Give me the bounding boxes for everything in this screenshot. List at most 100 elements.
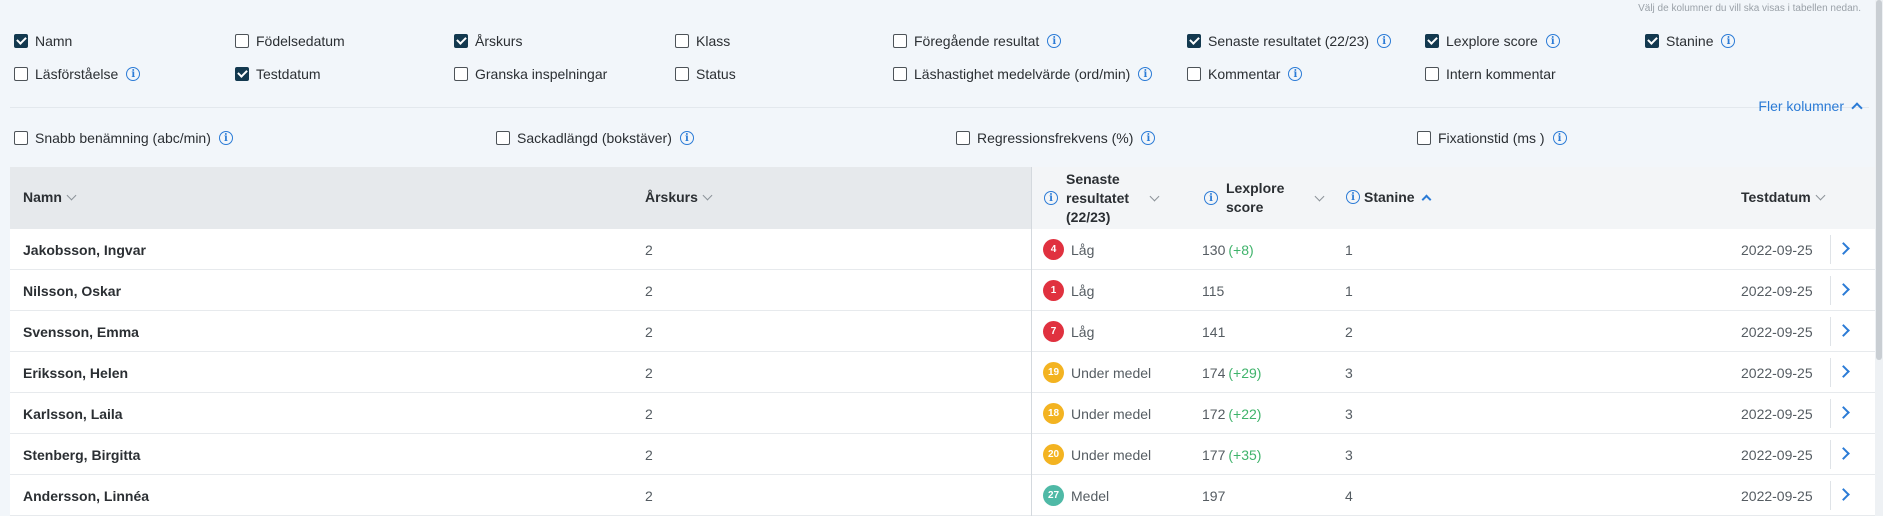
student-name: Svensson, Emma bbox=[23, 323, 139, 340]
info-icon[interactable]: i bbox=[1138, 67, 1153, 81]
table-row[interactable]: Andersson, Linnéa 2 27 Medel 197 4 2022-… bbox=[10, 475, 1875, 516]
header-stanine[interactable]: i Stanine bbox=[1346, 189, 1432, 205]
info-icon[interactable]: i bbox=[1047, 34, 1062, 48]
column-option-intern-kommentar[interactable]: Intern kommentar bbox=[1425, 65, 1556, 83]
column-option-stanine[interactable]: Stanine i bbox=[1645, 32, 1736, 50]
header-label: Årskurs bbox=[645, 189, 698, 205]
info-icon[interactable]: i bbox=[218, 131, 233, 145]
table-row[interactable]: Eriksson, Helen 2 19 Under medel 174 (+2… bbox=[10, 352, 1875, 393]
sort-ascending-icon bbox=[1421, 194, 1432, 204]
info-icon[interactable]: i bbox=[1552, 131, 1567, 145]
result-label: Under medel bbox=[1071, 405, 1152, 422]
checkbox[interactable] bbox=[956, 131, 970, 145]
chevron-right-icon[interactable] bbox=[1837, 283, 1850, 296]
checkbox[interactable] bbox=[675, 34, 689, 48]
header-latest-result[interactable]: i Senaste resultatet (22/23) bbox=[1044, 171, 1160, 225]
chevron-right-icon[interactable] bbox=[1837, 365, 1850, 378]
lexplore-score: 174 (+29) bbox=[1202, 352, 1261, 393]
lexplore-score: 172 (+22) bbox=[1202, 393, 1261, 434]
chevron-down-icon bbox=[702, 190, 713, 200]
checkbox[interactable] bbox=[675, 67, 689, 81]
option-label: Födelsedatum bbox=[256, 33, 345, 49]
latest-result: 19 Under medel bbox=[1043, 352, 1151, 393]
column-option-sackadlangd[interactable]: Sackadlängd (bokstäver) i bbox=[496, 129, 694, 147]
option-label: Läsförståelse bbox=[35, 66, 119, 82]
page-scrollbar[interactable] bbox=[1875, 0, 1883, 516]
checkbox[interactable] bbox=[14, 34, 28, 48]
checkbox[interactable] bbox=[1187, 67, 1201, 81]
table-row[interactable]: Karlsson, Laila 2 18 Under medel 172 (+2… bbox=[10, 393, 1875, 434]
checkbox[interactable] bbox=[14, 131, 28, 145]
info-icon[interactable]: i bbox=[126, 67, 141, 81]
column-option-klass[interactable]: Klass bbox=[675, 32, 730, 50]
checkbox[interactable] bbox=[1425, 67, 1439, 81]
table-row[interactable]: Svensson, Emma 2 7 Låg 141 2 2022-09-25 bbox=[10, 311, 1875, 352]
table-row[interactable]: Stenberg, Birgitta 2 20 Under medel 177 … bbox=[10, 434, 1875, 475]
stanine-value: 1 bbox=[1345, 241, 1353, 258]
column-option-status[interactable]: Status bbox=[675, 65, 736, 83]
checkbox[interactable] bbox=[496, 131, 510, 145]
chevron-right-icon[interactable] bbox=[1837, 242, 1850, 255]
header-grade[interactable]: Årskurs bbox=[645, 189, 713, 205]
test-date: 2022-09-25 bbox=[1741, 282, 1813, 299]
result-badge: 4 bbox=[1043, 239, 1064, 260]
chevron-right-icon[interactable] bbox=[1837, 406, 1850, 419]
info-icon[interactable]: i bbox=[1346, 190, 1360, 204]
table-row[interactable]: Nilsson, Oskar 2 1 Låg 115 1 2022-09-25 bbox=[10, 270, 1875, 311]
chevron-right-icon[interactable] bbox=[1837, 324, 1850, 337]
chevron-right-icon[interactable] bbox=[1837, 447, 1850, 460]
checkbox[interactable] bbox=[1417, 131, 1431, 145]
info-icon[interactable]: i bbox=[1141, 131, 1156, 145]
checkbox[interactable] bbox=[1187, 34, 1201, 48]
student-name: Andersson, Linnéa bbox=[23, 487, 150, 504]
column-option-lasforstaelse[interactable]: Läsförståelse i bbox=[14, 65, 141, 83]
column-option-testdatum[interactable]: Testdatum bbox=[235, 65, 321, 83]
column-option-arskurs[interactable]: Årskurs bbox=[454, 32, 522, 50]
info-icon[interactable]: i bbox=[1288, 67, 1303, 81]
checkbox[interactable] bbox=[1425, 34, 1439, 48]
header-name[interactable]: Namn bbox=[23, 189, 77, 205]
column-option-regressionsfrekvens[interactable]: Regressionsfrekvens (%) i bbox=[956, 129, 1156, 147]
column-divider bbox=[1031, 167, 1032, 516]
table-row[interactable]: Jakobsson, Ingvar 2 4 Låg 130 (+8) 1 202… bbox=[10, 229, 1875, 270]
header-test-date[interactable]: Testdatum bbox=[1741, 189, 1826, 205]
more-columns-toggle[interactable]: Fler kolumner bbox=[1758, 98, 1863, 114]
header-lexplore-score[interactable]: i Lexplore score bbox=[1204, 179, 1325, 217]
checkbox[interactable] bbox=[235, 67, 249, 81]
checkbox[interactable] bbox=[893, 34, 907, 48]
student-name: Stenberg, Birgitta bbox=[23, 446, 141, 463]
column-option-fodelsedatum[interactable]: Födelsedatum bbox=[235, 32, 345, 50]
column-option-kommentar[interactable]: Kommentar i bbox=[1187, 65, 1303, 83]
checkbox[interactable] bbox=[454, 34, 468, 48]
student-name: Karlsson, Laila bbox=[23, 405, 123, 422]
student-grade: 2 bbox=[645, 405, 653, 422]
column-option-lexplore-score[interactable]: Lexplore score i bbox=[1425, 32, 1560, 50]
stanine-value: 3 bbox=[1345, 446, 1353, 463]
info-icon[interactable]: i bbox=[1204, 191, 1218, 205]
result-badge: 1 bbox=[1043, 280, 1064, 301]
checkbox[interactable] bbox=[14, 67, 28, 81]
scrollbar-thumb[interactable] bbox=[1876, 0, 1882, 360]
info-icon[interactable]: i bbox=[1377, 34, 1392, 48]
column-option-granska-inspelningar[interactable]: Granska inspelningar bbox=[454, 65, 607, 83]
lexplore-score: 177 (+35) bbox=[1202, 434, 1261, 475]
column-option-fixationstid[interactable]: Fixationstid (ms ) i bbox=[1417, 129, 1567, 147]
checkbox[interactable] bbox=[454, 67, 468, 81]
checkbox[interactable] bbox=[1645, 34, 1659, 48]
results-table: Namn Årskurs i Senaste resultatet (22/23… bbox=[10, 167, 1875, 516]
header-label: Stanine bbox=[1364, 189, 1415, 205]
chevron-right-icon[interactable] bbox=[1837, 488, 1850, 501]
info-icon[interactable]: i bbox=[1044, 191, 1058, 205]
result-badge: 19 bbox=[1043, 362, 1064, 383]
column-option-foregaende-resultat[interactable]: Föregående resultat i bbox=[893, 32, 1062, 50]
column-option-lashastighet[interactable]: Läshastighet medelvärde (ord/min) i bbox=[893, 65, 1153, 83]
info-icon[interactable]: i bbox=[1545, 34, 1560, 48]
column-option-senaste-resultatet[interactable]: Senaste resultatet (22/23) i bbox=[1187, 32, 1392, 50]
info-icon[interactable]: i bbox=[679, 131, 694, 145]
checkbox[interactable] bbox=[235, 34, 249, 48]
info-icon[interactable]: i bbox=[1721, 34, 1736, 48]
column-option-namn[interactable]: Namn bbox=[14, 32, 72, 50]
column-option-snabb-benamning[interactable]: Snabb benämning (abc/min) i bbox=[14, 129, 233, 147]
checkbox[interactable] bbox=[893, 67, 907, 81]
score-delta: (+29) bbox=[1228, 364, 1262, 381]
